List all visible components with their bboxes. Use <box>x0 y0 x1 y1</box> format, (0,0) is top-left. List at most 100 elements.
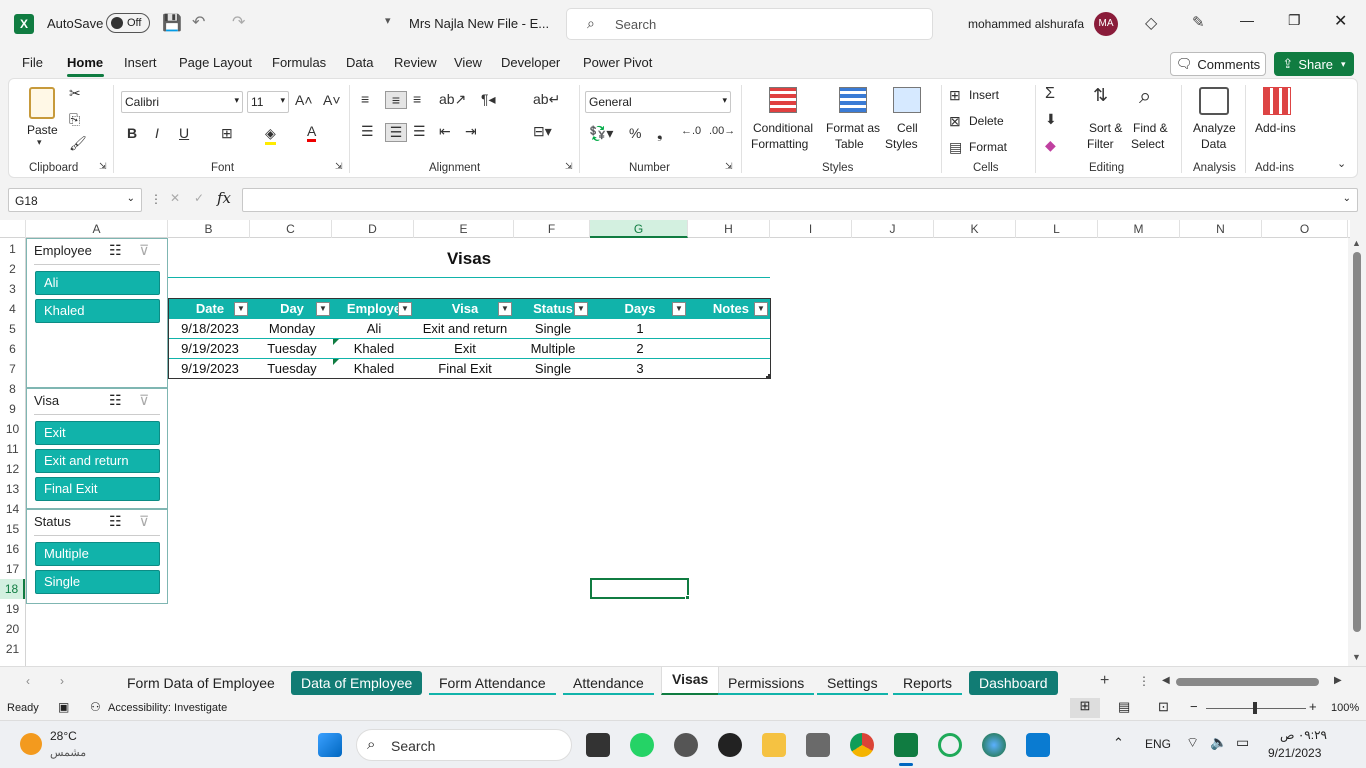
comments-button[interactable]: 🗨 Comments <box>1170 52 1266 76</box>
column-header[interactable]: A <box>26 220 168 238</box>
select-all-corner[interactable] <box>0 220 26 238</box>
paste-icon[interactable] <box>29 87 55 119</box>
add-ins-icon[interactable] <box>1263 87 1291 115</box>
page-layout-view-icon[interactable]: ▤ <box>1118 699 1130 715</box>
cell-visa[interactable]: Exit and return <box>415 319 515 339</box>
slicer-employee[interactable]: Employee ☷ ⊽ Ali Khaled <box>26 238 168 388</box>
tab-dashboard[interactable]: Dashboard <box>969 671 1058 695</box>
column-header[interactable]: D <box>332 220 414 238</box>
multi-select-icon[interactable]: ☷ <box>109 513 122 530</box>
font-size-select[interactable]: 11 ▾ <box>247 91 289 113</box>
rtl-icon[interactable]: ¶◂ <box>481 91 496 108</box>
row-header[interactable]: 10 <box>0 419 25 439</box>
scroll-down-icon[interactable]: ▼ <box>1352 652 1361 662</box>
clock-date[interactable]: 9/21/2023 <box>1268 746 1321 760</box>
menu-power-pivot[interactable]: Power Pivot <box>583 55 652 70</box>
align-right-icon[interactable]: ☰ <box>413 123 426 140</box>
increase-indent-icon[interactable]: ⇥ <box>465 123 477 140</box>
clock-time[interactable]: ٠٩:٢٩ ص <box>1280 728 1327 742</box>
vscode-icon[interactable] <box>1026 733 1050 757</box>
underline-icon[interactable]: U <box>179 125 189 141</box>
cell-date[interactable]: 9/18/2023 <box>169 319 251 339</box>
vertical-scrollbar[interactable]: ▲ ▼ <box>1348 238 1366 666</box>
fill-icon[interactable]: ⬇ <box>1045 111 1057 128</box>
row-header[interactable]: 18 <box>0 579 25 599</box>
scroll-right-icon[interactable]: ▶ <box>1334 675 1342 686</box>
accessibility-status[interactable]: Accessibility: Investigate <box>108 702 227 714</box>
analyze-data-label2[interactable]: Data <box>1201 137 1226 151</box>
row-header[interactable]: 2 <box>0 259 25 279</box>
column-header[interactable]: E <box>414 220 514 238</box>
cell-days[interactable]: 1 <box>591 319 689 339</box>
delete-cells-label[interactable]: Delete <box>969 114 1004 128</box>
cancel-icon[interactable]: ✕ <box>170 191 180 205</box>
tab-permissions[interactable]: Permissions <box>718 671 815 695</box>
column-header[interactable]: I <box>770 220 852 238</box>
chevron-up-icon[interactable]: ⌃ <box>1113 735 1124 751</box>
table-row[interactable]: 9/18/2023 Monday Ali Exit and return Sin… <box>169 319 770 339</box>
row-header[interactable]: 9 <box>0 399 25 419</box>
column-header[interactable]: K <box>934 220 1016 238</box>
volume-icon[interactable]: 🔈 <box>1210 734 1227 751</box>
percent-icon[interactable]: % <box>629 125 641 141</box>
cell-date[interactable]: 9/19/2023 <box>169 359 251 379</box>
orientation-icon[interactable]: ab↗ <box>439 91 466 108</box>
paste-label[interactable]: Paste <box>27 123 58 137</box>
find-select-label[interactable]: Find & <box>1133 121 1168 135</box>
tab-attendance[interactable]: Attendance <box>563 671 654 695</box>
selected-cell[interactable] <box>590 578 689 599</box>
decrease-indent-icon[interactable]: ⇤ <box>439 123 451 140</box>
format-painter-icon[interactable]: 🖌 <box>69 135 87 152</box>
conditional-formatting-icon[interactable] <box>769 87 797 113</box>
row-header[interactable]: 16 <box>0 539 25 559</box>
filter-dropdown-icon[interactable]: ▼ <box>498 302 512 316</box>
cell-styles-label[interactable]: Cell <box>897 121 918 135</box>
weather-icon[interactable] <box>20 733 42 755</box>
horizontal-scrollbar[interactable] <box>1176 678 1319 686</box>
worksheet-grid[interactable]: Visas Date ▼ Day ▼ Employe ▼ Visa ▼ Stat… <box>26 238 1348 666</box>
close-icon[interactable]: ✕ <box>1334 11 1347 31</box>
temperature[interactable]: 28°C <box>50 729 77 743</box>
filter-dropdown-icon[interactable]: ▼ <box>398 302 412 316</box>
menu-review[interactable]: Review <box>394 55 437 70</box>
start-icon[interactable] <box>318 733 342 757</box>
delete-cells-icon[interactable]: ⊠ <box>949 113 961 130</box>
minimize-icon[interactable]: — <box>1240 12 1254 28</box>
cell-employee[interactable]: Ali <box>333 319 415 339</box>
cell-status[interactable]: Single <box>515 319 591 339</box>
row-header[interactable]: 20 <box>0 619 25 639</box>
row-header[interactable]: 15 <box>0 519 25 539</box>
menu-view[interactable]: View <box>454 55 482 70</box>
cell-notes[interactable] <box>689 339 771 359</box>
globe-app-icon[interactable] <box>982 733 1006 757</box>
menu-file[interactable]: File <box>22 55 43 70</box>
page-break-view-icon[interactable]: ⊡ <box>1158 699 1169 715</box>
format-cells-label[interactable]: Format <box>969 140 1007 154</box>
enter-icon[interactable]: ✓ <box>194 191 204 205</box>
column-header[interactable]: G <box>590 220 688 238</box>
cell-notes[interactable] <box>689 359 771 379</box>
font-color-icon[interactable]: A <box>307 123 317 142</box>
format-as-table-label2[interactable]: Table <box>835 137 864 151</box>
font-launcher-icon[interactable]: ⇲ <box>335 161 343 172</box>
menu-insert[interactable]: Insert <box>124 55 157 70</box>
row-header[interactable]: 3 <box>0 279 25 299</box>
battery-icon[interactable]: ▭ <box>1236 734 1249 751</box>
row-header[interactable]: 4 <box>0 299 25 319</box>
italic-icon[interactable]: I <box>155 125 159 141</box>
border-icon[interactable]: ⊞ <box>221 125 233 142</box>
cell-notes[interactable] <box>689 319 771 339</box>
diamond-icon[interactable]: ◇ <box>1145 13 1157 33</box>
paste-dropdown-icon[interactable]: ▾ <box>37 137 42 148</box>
scroll-thumb[interactable] <box>1353 252 1361 632</box>
column-header[interactable]: O <box>1262 220 1348 238</box>
slicer-item[interactable]: Exit and return <box>35 449 160 473</box>
whatsapp-icon[interactable] <box>630 733 654 757</box>
merge-center-icon[interactable]: ⊟▾ <box>533 123 552 140</box>
zoom-out-icon[interactable]: − <box>1190 699 1198 714</box>
column-header[interactable]: L <box>1016 220 1098 238</box>
next-sheet-icon[interactable]: › <box>60 674 64 688</box>
clear-icon[interactable]: ◆ <box>1045 137 1056 154</box>
alignment-launcher-icon[interactable]: ⇲ <box>565 161 573 172</box>
table-row[interactable]: 9/19/2023 Tuesday Khaled Exit Multiple 2 <box>169 339 770 359</box>
